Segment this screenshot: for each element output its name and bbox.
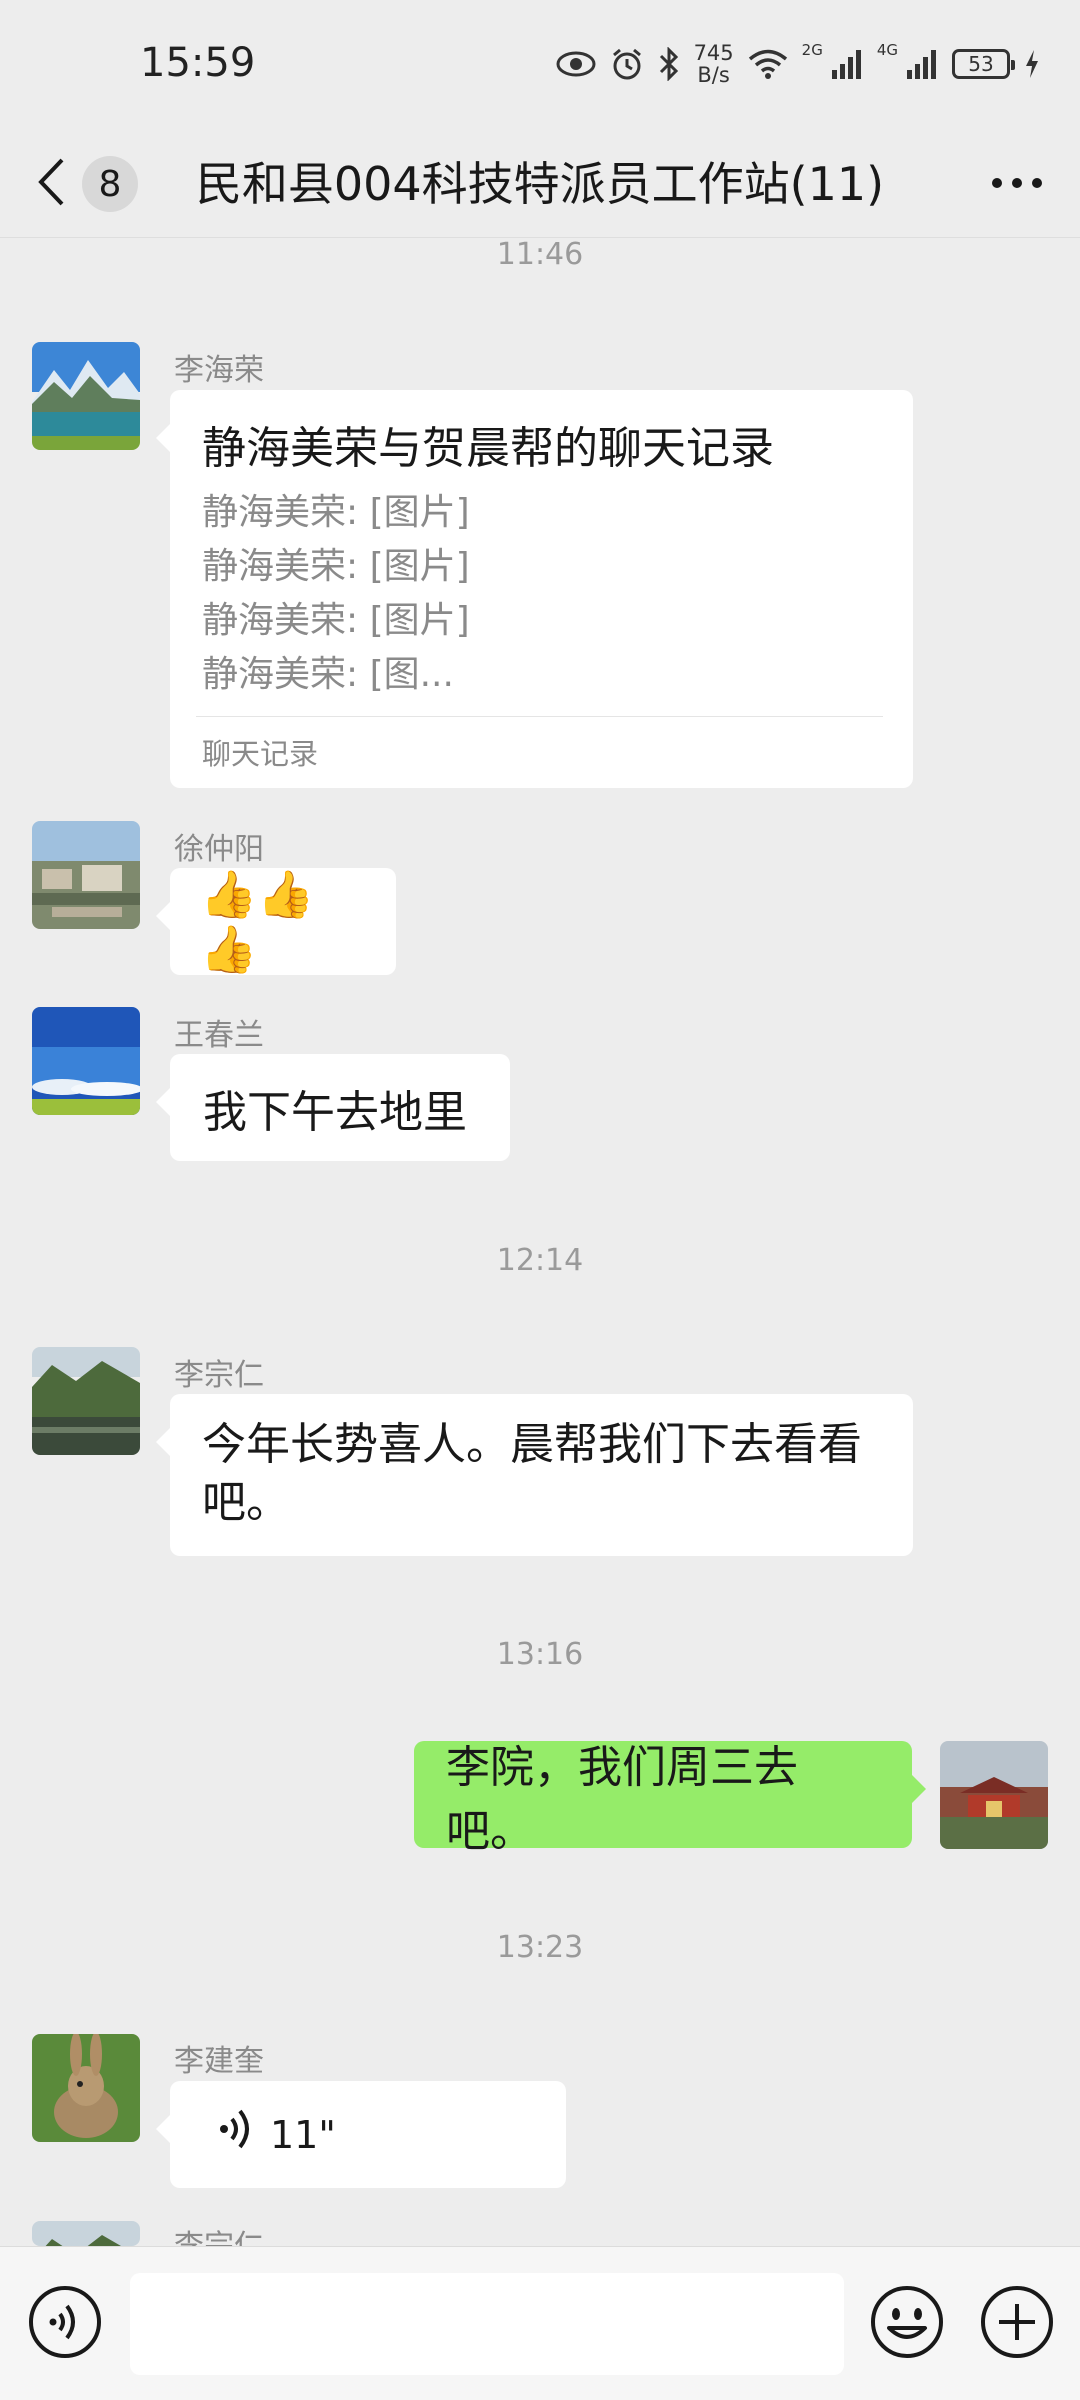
message-text: 李院，我们周三去吧。 xyxy=(446,1741,798,1857)
timestamp: 13:23 xyxy=(496,1930,584,1965)
avatar[interactable] xyxy=(32,821,140,929)
message-bubble[interactable]: 👍👍👍 xyxy=(156,866,396,976)
chat-record-line: 静海美荣: [图片] xyxy=(202,600,470,641)
message-bubble[interactable]: 我下午去地里 xyxy=(156,1054,510,1161)
chat-header: 民和县004科技特派员工作站(11) 8 xyxy=(0,130,1080,238)
more-horizontal-icon xyxy=(990,175,1044,194)
chat-record-line: 静海美荣: [图片] xyxy=(202,546,470,587)
timestamp: 12:14 xyxy=(496,1243,584,1278)
avatar[interactable] xyxy=(32,1347,140,1455)
chat-record-footer: 聊天记录 xyxy=(202,737,319,771)
chat-record-card[interactable]: 静海美荣与贺晨帮的聊天记录 静海美荣: [图片] 静海美荣: [图片] 静海美荣… xyxy=(156,390,913,788)
signal-bars-icon xyxy=(831,48,863,80)
message-bubble[interactable]: 今年长势喜人。晨帮我们下去看看吧。 xyxy=(156,1394,913,1556)
chat-screen: 15:59 745 B/s 2G 4G 53 民和县004科技特派员工作站(11… xyxy=(0,0,1080,2400)
signal1-label: 2G xyxy=(801,41,823,59)
network-speed: 745 B/s xyxy=(694,42,734,86)
voice-input-button[interactable] xyxy=(18,2277,112,2371)
input-bar xyxy=(0,2246,1080,2400)
message-text: 今年长势喜人。晨帮我们下去看看吧。 xyxy=(202,1419,862,1528)
timestamp: 11:46 xyxy=(496,239,584,272)
more-options-button[interactable] xyxy=(982,154,1052,214)
status-time: 15:59 xyxy=(140,40,256,86)
avatar[interactable] xyxy=(32,2034,140,2142)
more-functions-button[interactable] xyxy=(970,2277,1064,2371)
signal-bars-icon xyxy=(906,48,938,80)
charging-icon xyxy=(1024,49,1040,79)
signal2-label: 4G xyxy=(876,41,898,59)
voice-duration: 11" xyxy=(270,2112,336,2157)
my-message-bubble[interactable]: 李院，我们周三去吧。 xyxy=(414,1741,926,1857)
timestamp: 13:16 xyxy=(496,1637,584,1672)
alarm-icon xyxy=(610,47,644,81)
back-button[interactable]: 8 xyxy=(36,144,138,224)
battery-level: 53 xyxy=(968,52,994,76)
status-icons: 745 B/s 2G 4G 53 xyxy=(556,34,1040,94)
status-bar: 15:59 745 B/s 2G 4G 53 xyxy=(0,0,1080,130)
sender-name: 李建奎 xyxy=(174,2044,264,2079)
wifi-icon xyxy=(748,48,788,80)
message-input[interactable] xyxy=(130,2273,844,2375)
sender-name: 李海荣 xyxy=(174,353,264,388)
emoji-icon xyxy=(869,2284,945,2364)
battery-indicator: 53 xyxy=(952,49,1015,79)
message-list[interactable]: 11:46 李海荣 静海美荣与贺晨帮的聊天记录 静海美荣: [图片] 静海美荣:… xyxy=(0,239,1080,2246)
voice-message-bubble[interactable]: 11" xyxy=(156,2081,566,2188)
network-speed-unit: B/s xyxy=(697,63,730,87)
sender-name: 李宗仁 xyxy=(174,2221,264,2246)
bluetooth-icon xyxy=(658,47,680,81)
network-speed-value: 745 xyxy=(693,41,734,65)
chat-record-line: 静海美荣: [图片] xyxy=(202,492,470,533)
avatar[interactable] xyxy=(32,342,140,450)
emoji-button[interactable] xyxy=(860,2277,954,2371)
chat-title: 民和县004科技特派员工作站(11) xyxy=(195,157,885,211)
my-avatar[interactable] xyxy=(940,1741,1048,1849)
voice-input-icon xyxy=(27,2284,103,2364)
sender-name: 徐仲阳 xyxy=(174,832,264,867)
unread-count-badge: 8 xyxy=(82,156,138,212)
voice-wave-icon xyxy=(218,2107,254,2162)
plus-icon xyxy=(979,2284,1055,2364)
eye-icon xyxy=(556,50,596,78)
message-text: 我下午去地里 xyxy=(203,1086,467,1138)
chat-record-title: 静海美荣与贺晨帮的聊天记录 xyxy=(202,423,774,474)
avatar[interactable] xyxy=(32,2221,140,2246)
chevron-left-icon xyxy=(36,157,66,211)
sender-name: 王春兰 xyxy=(174,1018,264,1053)
avatar[interactable] xyxy=(32,1007,140,1115)
chat-record-line: 静海美荣: [图... xyxy=(202,654,454,695)
emoji-thumbs-up: 👍👍👍 xyxy=(200,866,315,976)
sender-name: 李宗仁 xyxy=(174,1358,264,1393)
